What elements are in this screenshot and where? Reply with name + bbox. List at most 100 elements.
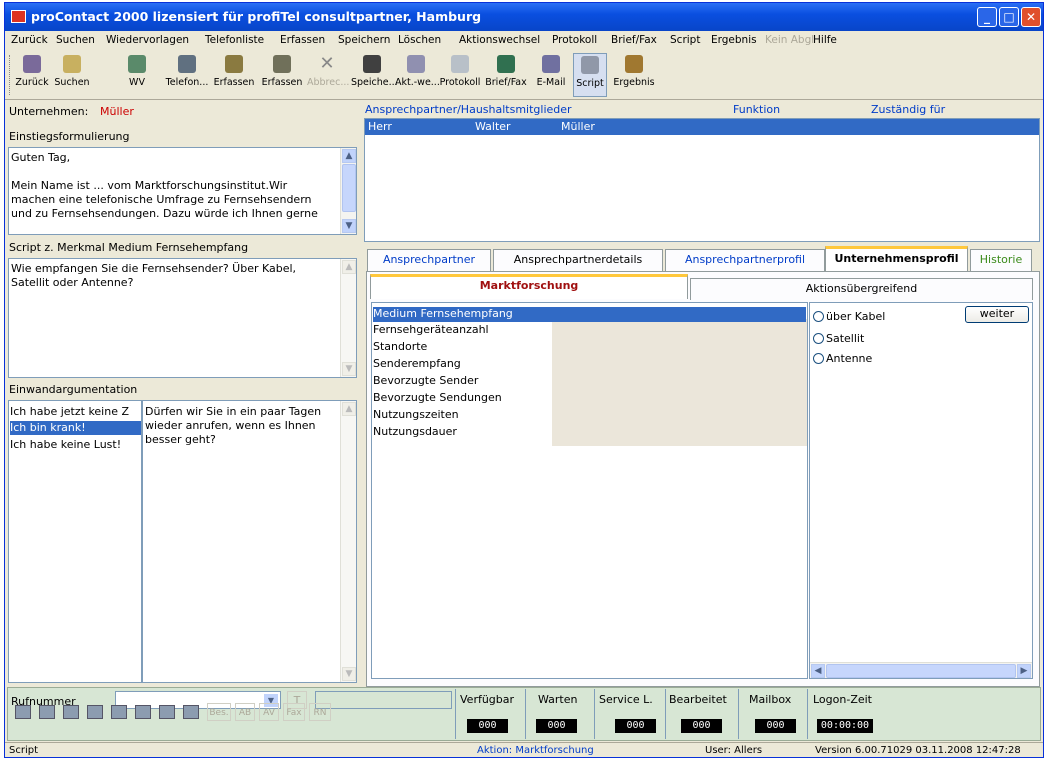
options-hscrollbar[interactable]: ◀ ▶	[810, 662, 1032, 678]
feature-item[interactable]: Fernsehgeräteanzahl	[373, 323, 489, 337]
objection-response[interactable]: Dürfen wir Sie in ein paar Tagen wieder …	[142, 400, 357, 683]
feature-item[interactable]: Bevorzugte Sender	[373, 374, 478, 388]
objection-item-selected[interactable]: Ich bin krank!	[10, 421, 141, 435]
menu-aktionswechsel[interactable]: Aktionswechsel	[459, 34, 540, 46]
toolbar-wv-button[interactable]: WV	[123, 53, 151, 97]
scroll-up-icon[interactable]: ▲	[342, 402, 356, 416]
radio-icon[interactable]	[813, 353, 824, 364]
contacts-header-name[interactable]: Ansprechpartner/Haushaltsmitglieder	[365, 103, 572, 116]
scroll-thumb[interactable]	[342, 164, 356, 212]
minimize-button[interactable]: _	[977, 7, 997, 27]
av-button[interactable]: AV	[259, 703, 279, 721]
contacts-table[interactable]: Herr Walter Müller	[364, 118, 1040, 242]
toolbar-script-button[interactable]: Script	[573, 53, 607, 97]
transfer-icon[interactable]	[87, 705, 103, 719]
next-button[interactable]: weiter	[965, 306, 1029, 323]
option-kabel[interactable]: über Kabel	[813, 310, 885, 324]
tab-ansprechpartnerprofil[interactable]: Ansprechpartnerprofil	[665, 249, 825, 271]
radio-icon[interactable]	[813, 333, 824, 344]
menu-protokoll[interactable]: Protokoll	[552, 34, 597, 46]
back-icon	[23, 55, 41, 73]
contacts-header-responsible[interactable]: Zuständig für	[871, 103, 945, 116]
menu-ergebnis[interactable]: Ergebnis	[711, 34, 757, 46]
conference-icon[interactable]	[159, 705, 175, 719]
script-textbox[interactable]: Wie empfangen Sie die Fernsehsender? Übe…	[8, 258, 357, 378]
feature-list[interactable]: Medium Fernsehempfang Fernsehgeräteanzah…	[371, 302, 808, 679]
toolbar-email-button[interactable]: E-Mail	[533, 53, 569, 97]
scroll-down-icon[interactable]: ▼	[342, 667, 356, 681]
feature-item[interactable]: Senderempfang	[373, 357, 461, 371]
scroll-right-icon[interactable]: ▶	[1017, 664, 1031, 678]
hangup-icon[interactable]	[111, 705, 127, 719]
toolbar-telefon-button[interactable]: Telefon...	[165, 53, 209, 97]
option-antenne[interactable]: Antenne	[813, 352, 872, 366]
feature-item[interactable]: Nutzungsdauer	[373, 425, 457, 439]
script-scrollbar[interactable]: ▲ ▼	[340, 259, 356, 377]
fax-button[interactable]: Fax	[283, 703, 305, 721]
tab-ansprechpartnerdetails[interactable]: Ansprechpartnerdetails	[493, 249, 663, 271]
dial-icon[interactable]	[63, 705, 79, 719]
toolbar-aktionswechsel-button[interactable]: Akt.-we...	[395, 53, 440, 97]
headset-icon[interactable]	[135, 705, 151, 719]
scroll-up-icon[interactable]: ▲	[342, 149, 356, 163]
counter-value-logon: 00:00:00	[817, 719, 873, 733]
counter-label-bearbeitet: Bearbeitet	[669, 693, 727, 706]
objection-item[interactable]: Ich habe jetzt keine Z	[10, 405, 141, 419]
toolbar-erfassen-button[interactable]: Erfassen	[211, 53, 257, 97]
toolbar-abbrechen-button[interactable]: ✕ Abbrec...	[307, 53, 349, 97]
toolbar-ergebnis-button[interactable]: Ergebnis	[611, 53, 657, 97]
tab-historie[interactable]: Historie	[970, 249, 1032, 271]
scroll-up-icon[interactable]: ▲	[342, 260, 356, 274]
bes-button[interactable]: Bes.	[207, 703, 231, 721]
menu-script[interactable]: Script	[670, 34, 700, 46]
radio-icon[interactable]	[813, 311, 824, 322]
option-satellit[interactable]: Satellit	[813, 332, 864, 346]
subtab-aktionsuebergreifend[interactable]: Aktionsübergreifend	[690, 278, 1033, 300]
menu-loeschen[interactable]: Löschen	[398, 34, 441, 46]
tab-unternehmensprofil[interactable]: Unternehmensprofil	[825, 246, 968, 271]
toolbar-label: Brief/Fax	[485, 77, 527, 88]
maximize-button[interactable]: □	[999, 7, 1019, 27]
objection-list[interactable]: Ich habe jetzt keine Z Ich bin krank! Ic…	[8, 400, 142, 683]
feature-item-selected[interactable]: Medium Fernsehempfang	[373, 307, 806, 322]
close-button[interactable]: ✕	[1021, 7, 1041, 27]
toolbar-speichern-button[interactable]: Speiche...	[351, 53, 398, 97]
intro-textbox[interactable]: Guten Tag, Mein Name ist ... vom Marktfo…	[8, 147, 357, 235]
phone-icon[interactable]	[15, 705, 31, 719]
scroll-thumb[interactable]	[826, 664, 1016, 678]
scroll-left-icon[interactable]: ◀	[811, 664, 825, 678]
toolbar-protokoll-button[interactable]: Protokoll	[439, 53, 481, 97]
menu-hilfe[interactable]: Hilfe	[813, 34, 837, 46]
intro-scrollbar[interactable]: ▲ ▼	[340, 148, 356, 234]
toolbar-label: Telefon...	[165, 77, 209, 88]
status-bar: Script Aktion: Marktforschung User: Alle…	[5, 742, 1043, 757]
phone-hold-icon[interactable]	[39, 705, 55, 719]
menu-brief-fax[interactable]: Brief/Fax	[611, 34, 657, 46]
menu-wiedervorlagen[interactable]: Wiedervorlagen	[106, 34, 189, 46]
menu-speichern[interactable]: Speichern	[338, 34, 390, 46]
toolbar-suchen-button[interactable]: Suchen	[53, 53, 91, 97]
toolbar-brief-fax-button[interactable]: Brief/Fax	[483, 53, 529, 97]
feature-item[interactable]: Nutzungszeiten	[373, 408, 459, 422]
menu-telefonliste[interactable]: Telefonliste	[205, 34, 264, 46]
scroll-down-icon[interactable]: ▼	[342, 362, 356, 376]
toolbar-zurueck-button[interactable]: Zurück	[15, 53, 49, 97]
ab-button[interactable]: AB	[235, 703, 255, 721]
response-scrollbar[interactable]: ▲ ▼	[340, 401, 356, 682]
forward-icon[interactable]	[183, 705, 199, 719]
feature-item[interactable]: Standorte	[373, 340, 427, 354]
subtab-marktforschung[interactable]: Marktforschung	[370, 274, 688, 299]
rn-button[interactable]: RN	[309, 703, 331, 721]
objection-item[interactable]: Ich habe keine Lust!	[10, 438, 141, 452]
menu-erfassen[interactable]: Erfassen	[280, 34, 325, 46]
toolbar-erfassen2-button[interactable]: Erfassen	[259, 53, 305, 97]
table-row[interactable]: Herr Walter Müller	[365, 119, 1039, 135]
counter-label-service: Service L.	[599, 693, 653, 706]
tab-ansprechpartner[interactable]: Ansprechpartner	[367, 249, 491, 271]
contacts-header-function[interactable]: Funktion	[733, 103, 780, 116]
response-line: wieder anrufen, wenn es Ihnen	[145, 419, 316, 432]
feature-item[interactable]: Bevorzugte Sendungen	[373, 391, 502, 405]
menu-zurueck[interactable]: Zurück	[11, 34, 48, 46]
scroll-down-icon[interactable]: ▼	[342, 219, 356, 233]
menu-suchen[interactable]: Suchen	[56, 34, 95, 46]
